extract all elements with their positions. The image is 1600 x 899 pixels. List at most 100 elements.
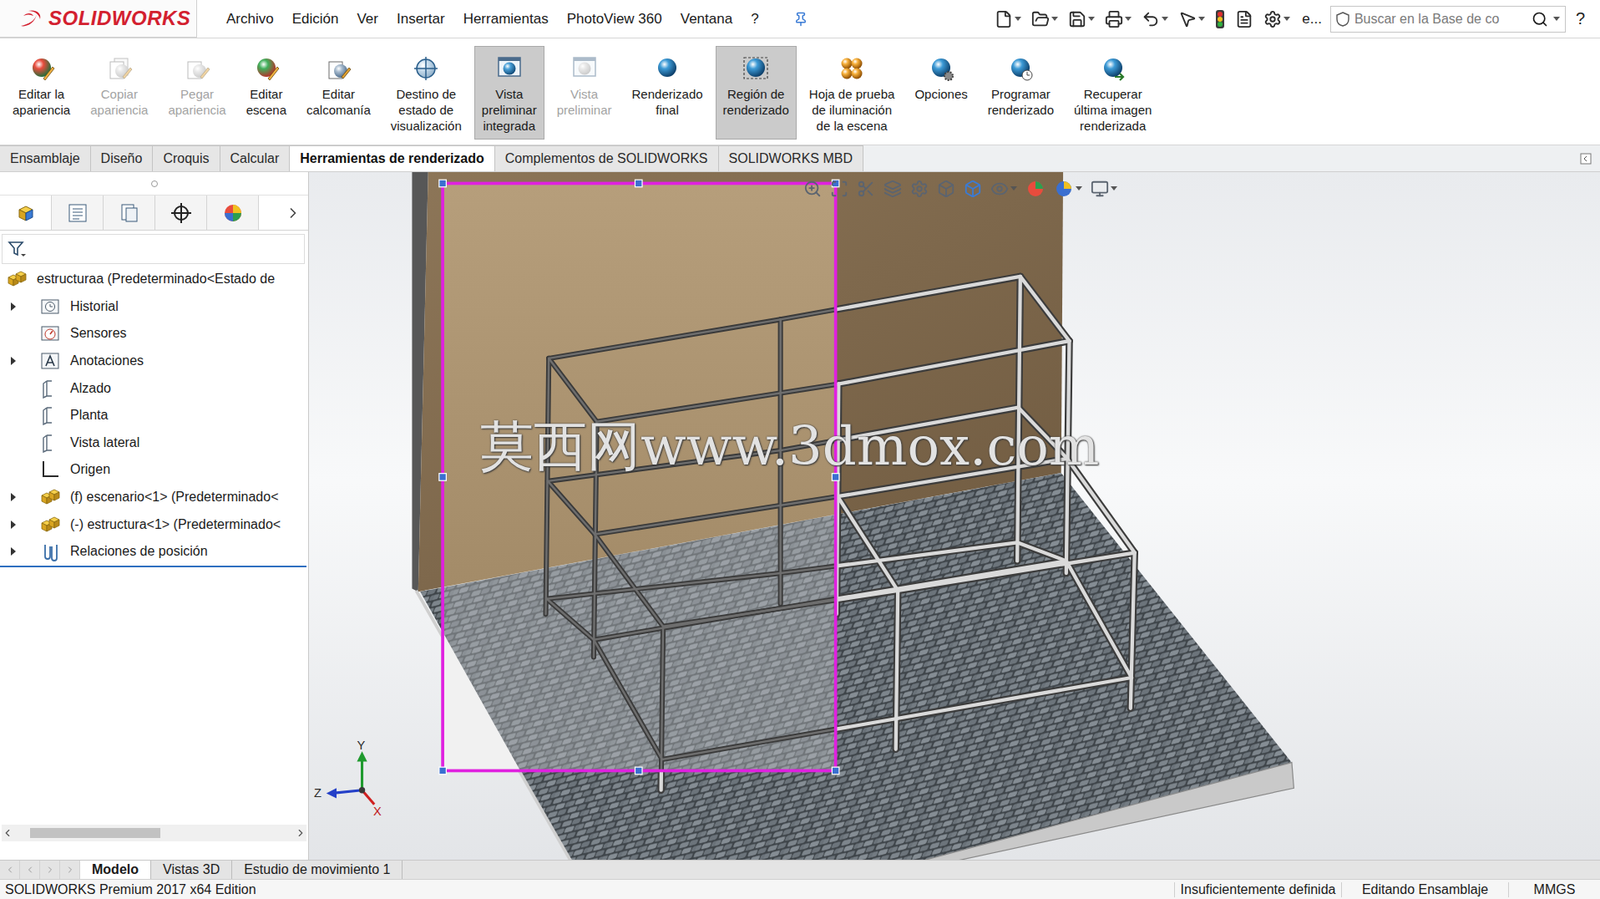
ribbon-button[interactable]: Vistapreliminar xyxy=(549,45,620,140)
tree-item[interactable]: Origen xyxy=(0,455,307,484)
expand-arrow-icon[interactable] xyxy=(10,355,17,366)
menu-item[interactable]: PhotoView 360 xyxy=(557,7,672,31)
dimxpert-tab[interactable] xyxy=(155,195,208,230)
ribbon-button[interactable]: Renderizadofinal xyxy=(624,45,711,140)
tree-item[interactable]: estructuraa (Predeterminado<Estado de xyxy=(0,265,307,294)
menu-item[interactable]: Edición xyxy=(283,7,349,31)
dropdown-caret-icon[interactable] xyxy=(1198,16,1206,22)
configuration-manager-tab[interactable] xyxy=(103,195,156,230)
dropdown-caret-icon[interactable] xyxy=(1010,186,1018,192)
tree-item[interactable]: Historial xyxy=(0,293,307,321)
dynamic-annotation-icon[interactable] xyxy=(910,179,929,198)
dropdown-caret-icon[interactable] xyxy=(1124,16,1132,22)
scroll-thumb[interactable] xyxy=(30,827,161,838)
display-style-icon[interactable] xyxy=(963,179,983,198)
region-handle[interactable] xyxy=(634,179,643,188)
region-handle[interactable] xyxy=(831,179,840,188)
section-view-icon[interactable] xyxy=(856,179,876,198)
expand-arrow-icon[interactable] xyxy=(10,546,17,557)
dropdown-caret-icon[interactable] xyxy=(1110,186,1118,192)
dropdown-caret-icon[interactable] xyxy=(1283,16,1291,22)
ribbon-button[interactable]: Opciones xyxy=(906,45,975,140)
render-region[interactable] xyxy=(439,179,840,775)
tree-item[interactable]: Planta xyxy=(0,401,307,430)
region-handle[interactable] xyxy=(439,766,447,775)
new-button[interactable] xyxy=(991,7,1025,31)
ribbon-button[interactable]: Recuperarúltima imagenrenderizada xyxy=(1066,45,1160,140)
scroll-left-icon[interactable] xyxy=(1,826,14,839)
expand-arrow-icon[interactable] xyxy=(10,491,17,502)
edit-appearance-icon[interactable] xyxy=(1025,178,1046,199)
command-tab[interactable]: Calcular xyxy=(220,145,291,172)
model-tab[interactable]: Estudio de movimiento 1 xyxy=(232,860,403,879)
model-tab[interactable]: Vistas 3D xyxy=(151,860,233,879)
tree-item[interactable]: Relaciones de posición xyxy=(0,537,307,566)
prev-tab-button[interactable] xyxy=(20,860,41,879)
display-manager-tab[interactable] xyxy=(207,195,259,230)
tree-item[interactable]: Anotaciones xyxy=(0,347,307,375)
dropdown-caret-icon[interactable] xyxy=(1051,16,1059,22)
app-logo[interactable]: SOLIDWORKS xyxy=(0,0,198,38)
last-tab-button[interactable] xyxy=(60,860,81,879)
tree-item[interactable]: Sensores xyxy=(0,319,307,348)
ribbon-button[interactable]: Editar laapariencia xyxy=(5,45,78,140)
pin-icon[interactable] xyxy=(793,11,809,27)
tree-item[interactable]: (-) estructura<1> (Predeterminado< xyxy=(0,510,307,538)
command-tab[interactable]: Croquis xyxy=(152,145,220,172)
undo-button[interactable] xyxy=(1138,7,1172,31)
help-button[interactable]: ? xyxy=(1569,9,1594,29)
panel-scrollbar[interactable] xyxy=(1,824,307,841)
ribbon-button[interactable]: Vistapreliminarintegrada xyxy=(474,45,545,140)
hide-show-icon[interactable] xyxy=(990,179,1009,198)
dropdown-caret-icon[interactable] xyxy=(1161,16,1169,22)
options-button[interactable] xyxy=(1260,7,1294,31)
file-properties-button[interactable] xyxy=(1231,7,1257,31)
command-tab[interactable]: Complementos de SOLIDWORKS xyxy=(495,145,719,172)
ribbon-button[interactable]: Región derenderizado xyxy=(715,45,797,140)
zoom-area-icon[interactable] xyxy=(830,179,849,198)
property-manager-tab[interactable] xyxy=(51,195,104,230)
ribbon-button[interactable]: Programarrenderizado xyxy=(980,45,1062,140)
command-tab[interactable]: Ensamblaje xyxy=(0,145,92,172)
ribbon-button[interactable]: Destino deestado devisualización xyxy=(383,45,470,140)
menu-item[interactable]: Archivo xyxy=(217,7,284,31)
apply-scene-icon[interactable] xyxy=(1053,178,1074,199)
menu-item[interactable]: Ver xyxy=(347,7,388,31)
menu-item[interactable]: Herramientas xyxy=(454,7,558,31)
select-button[interactable] xyxy=(1174,7,1209,31)
ribbon-button[interactable]: Editarescena xyxy=(238,45,294,140)
region-handle[interactable] xyxy=(634,766,643,775)
next-tab-button[interactable] xyxy=(40,860,61,879)
task-pane-toggle-icon[interactable] xyxy=(1579,152,1592,165)
region-handle[interactable] xyxy=(439,179,447,188)
dropdown-caret-icon[interactable] xyxy=(1553,16,1560,22)
model-tab[interactable]: Modelo xyxy=(80,860,152,879)
dropdown-caret-icon[interactable] xyxy=(1088,16,1095,22)
rebuild-button[interactable] xyxy=(1211,6,1229,32)
tree-item[interactable]: (f) escenario<1> (Predeterminado< xyxy=(0,483,307,512)
dropdown-caret-icon[interactable] xyxy=(1075,186,1083,192)
ribbon-button[interactable]: Editarcalcomanía xyxy=(298,45,379,140)
command-tab[interactable]: Herramientas de renderizado xyxy=(289,145,496,172)
first-tab-button[interactable] xyxy=(0,860,21,879)
tree-filter[interactable] xyxy=(1,233,305,264)
toolbar-overflow[interactable]: e... xyxy=(1296,10,1327,28)
expand-arrow-icon[interactable] xyxy=(10,519,17,530)
graphics-area[interactable]: YZX xyxy=(308,172,1600,860)
region-handle[interactable] xyxy=(831,766,840,775)
save-button[interactable] xyxy=(1064,7,1099,31)
view-settings-icon[interactable] xyxy=(1090,179,1109,198)
command-tab[interactable]: SOLIDWORKS MBD xyxy=(718,145,864,172)
search-box[interactable]: Buscar en la Base de co xyxy=(1330,5,1566,33)
region-handle[interactable] xyxy=(831,473,840,482)
ribbon-button[interactable]: Pegarapariencia xyxy=(160,45,233,140)
expand-arrow-icon[interactable] xyxy=(10,301,17,312)
zoom-fit-icon[interactable] xyxy=(803,179,822,198)
ribbon-button[interactable]: Hoja de pruebade iluminaciónde la escena xyxy=(801,45,903,140)
ribbon-button[interactable]: Copiarapariencia xyxy=(82,45,156,140)
region-handle[interactable] xyxy=(439,473,447,482)
graphics-viewport[interactable]: YZX莫西网www.3dmox.com xyxy=(308,172,1600,860)
previous-view-icon[interactable] xyxy=(883,179,902,198)
menu-item[interactable]: ? xyxy=(741,7,768,31)
search-icon[interactable] xyxy=(1531,10,1549,28)
